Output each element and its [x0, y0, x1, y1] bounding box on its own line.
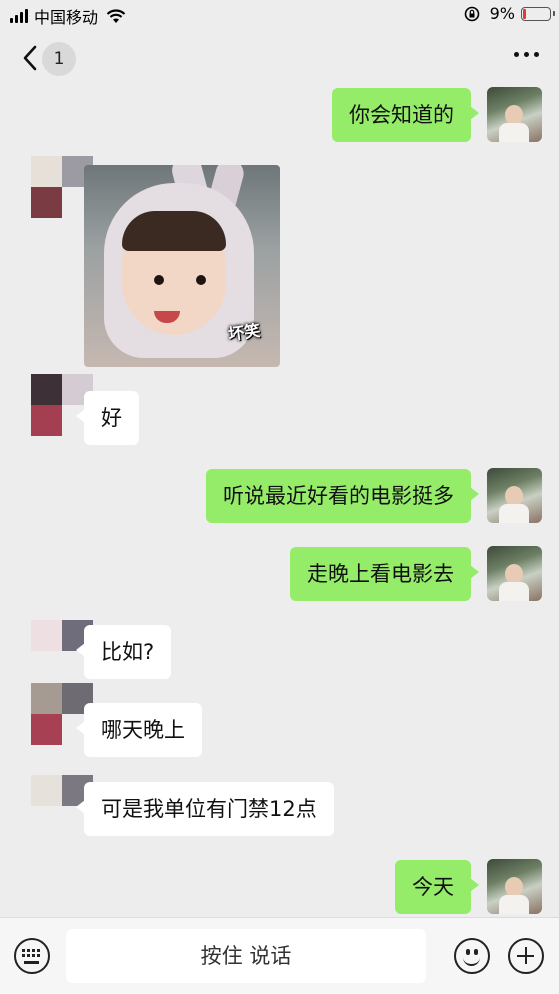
sticker-caption: 坏笑 [227, 320, 262, 345]
keyboard-icon[interactable] [14, 938, 50, 974]
message-bubble-received[interactable]: 比如? [75, 625, 172, 679]
hold-to-talk-button[interactable]: 按住 说话 [66, 929, 426, 983]
chat-header: 1 [0, 30, 559, 86]
input-toolbar: 按住 说话 [0, 917, 559, 994]
more-options-icon[interactable] [514, 52, 539, 57]
my-avatar[interactable] [487, 859, 542, 914]
my-avatar[interactable] [487, 546, 542, 601]
sticker-image[interactable]: 坏笑 [84, 165, 280, 367]
unread-count-badge[interactable]: 1 [42, 42, 76, 76]
rotation-lock-icon [464, 6, 479, 21]
message-bubble-received[interactable]: 好 [76, 391, 139, 445]
battery-percent: 9% [489, 4, 515, 23]
message-bubble-received[interactable]: 可是我单位有门禁12点 [76, 782, 334, 836]
status-bar: 中国移动 9% [0, 0, 559, 30]
signal-icon [10, 9, 28, 23]
my-avatar[interactable] [487, 468, 542, 523]
message-bubble-sent[interactable]: 你会知道的 [332, 88, 479, 142]
add-more-icon[interactable] [508, 938, 544, 974]
message-bubble-sent[interactable]: 走晚上看电影去 [290, 547, 479, 601]
wifi-icon [106, 8, 126, 23]
message-bubble-received[interactable]: 哪天晚上 [76, 703, 202, 757]
message-bubble-sent[interactable]: 今天 [395, 860, 479, 914]
carrier-label: 中国移动 [34, 8, 99, 27]
message-bubble-sent[interactable]: 听说最近好看的电影挺多 [206, 469, 479, 523]
battery-icon [521, 6, 555, 21]
my-avatar[interactable] [487, 87, 542, 142]
back-chevron-icon[interactable] [16, 40, 44, 76]
emoji-icon[interactable] [454, 938, 490, 974]
